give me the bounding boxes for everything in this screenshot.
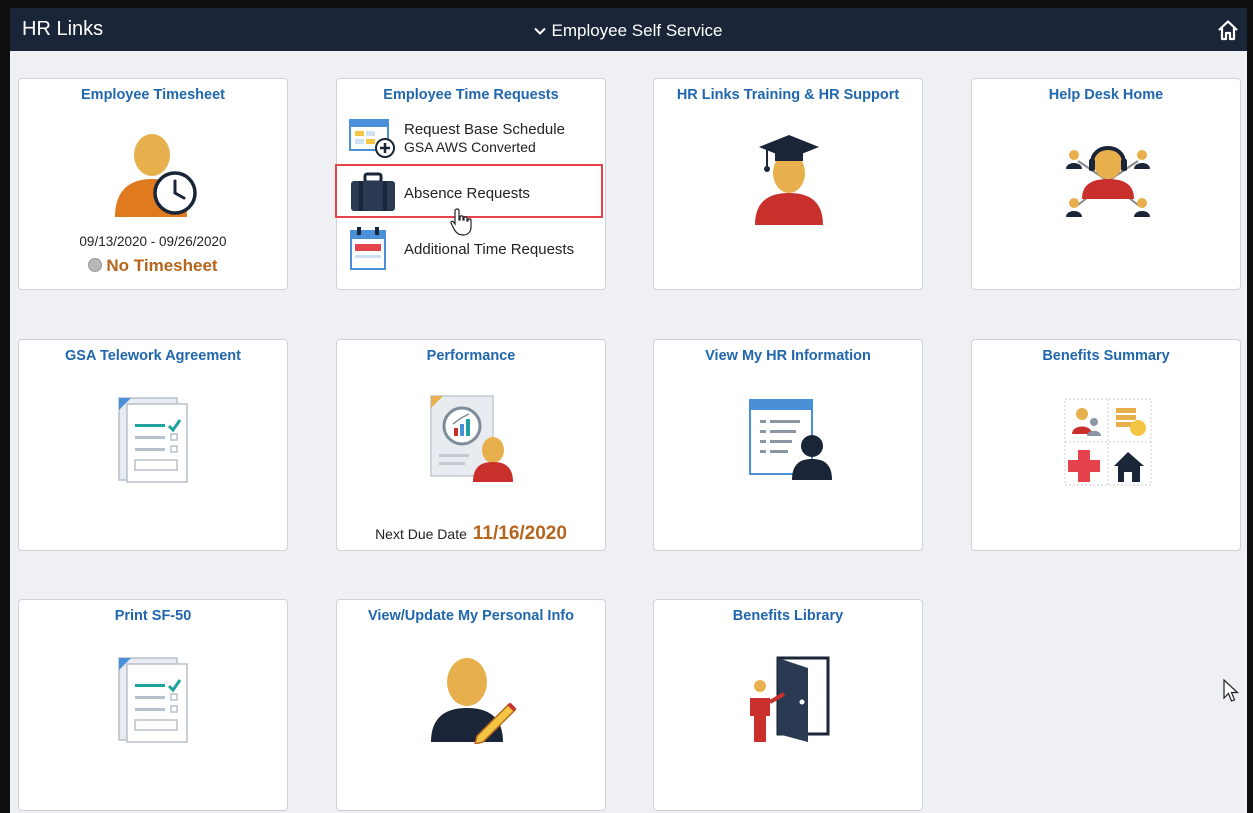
person-clock-icon (115, 134, 197, 217)
due-date-label: Next Due Date (375, 526, 467, 542)
checklist-document-icon (118, 657, 188, 743)
tile-title: Help Desk Home (1048, 87, 1164, 103)
nav-title: Employee Self Service (551, 21, 723, 40)
mouse-cursor-icon (1223, 678, 1240, 702)
tile-benefits-library[interactable]: Benefits Library (653, 599, 923, 811)
tile-personal-info[interactable]: View/Update My Personal Info (336, 599, 606, 811)
tile-employee-time-requests: Employee Time Requests Request Base Sche… (335, 78, 606, 290)
door-presenter-icon (750, 656, 830, 742)
status-dot-icon (88, 258, 103, 272)
absence-requests-label: Absence Requests (404, 185, 530, 202)
tile-hr-links-training[interactable]: HR Links Training & HR Support (653, 78, 923, 290)
checklist-document-icon (118, 397, 188, 483)
app-frame: HR Links Employee Self Service Employee … (10, 8, 1247, 813)
performance-report-icon (430, 395, 513, 482)
request-base-schedule-link[interactable]: Request Base Schedule GSA AWS Converted (349, 117, 593, 161)
tile-title: HR Links Training & HR Support (676, 87, 900, 103)
additional-time-requests-label: Additional Time Requests (404, 241, 575, 258)
top-bar: HR Links Employee Self Service (10, 8, 1247, 51)
tile-title: View My HR Information (705, 348, 871, 364)
chevron-down-icon (534, 27, 547, 35)
timesheet-status: No Timesheet (19, 256, 287, 276)
tile-gsa-telework[interactable]: GSA Telework Agreement (18, 339, 288, 551)
request-base-schedule-sublabel: GSA AWS Converted (404, 139, 536, 155)
tile-benefits-summary[interactable]: Benefits Summary (971, 339, 1241, 551)
tile-print-sf50[interactable]: Print SF-50 (18, 599, 288, 811)
timesheet-status-text: No Timesheet (106, 256, 218, 275)
hand-pointer-icon (450, 208, 472, 236)
tile-title: Employee Time Requests (383, 87, 559, 103)
timesheet-date-range: 09/13/2020 - 09/26/2020 (79, 234, 227, 249)
calendar-icon (350, 227, 386, 270)
tile-performance[interactable]: Performance Next Due Date 11/16/2020 (336, 339, 606, 551)
nav-dropdown[interactable]: Employee Self Service (10, 21, 1247, 41)
tile-title: View/Update My Personal Info (367, 608, 574, 624)
tile-title: Benefits Summary (1042, 348, 1170, 364)
next-due-date: Next Due Date 11/16/2020 (337, 523, 605, 545)
tile-help-desk[interactable]: Help Desk Home (971, 78, 1241, 290)
briefcase-icon (351, 172, 395, 211)
home-icon[interactable] (1217, 19, 1239, 41)
tile-title: Performance (426, 348, 516, 364)
tile-title: Employee Timesheet (81, 87, 225, 103)
graduate-icon (755, 135, 823, 225)
tile-employee-timesheet[interactable]: Employee Timesheet 09/13/2020 - 09/26/20… (18, 78, 288, 290)
tile-title: GSA Telework Agreement (65, 348, 241, 364)
profile-document-icon (749, 399, 832, 480)
tile-title: Print SF-50 (114, 608, 192, 624)
calendar-add-icon (349, 119, 395, 158)
request-base-schedule-label: Request Base Schedule (404, 121, 565, 138)
benefits-grid-icon (1064, 398, 1152, 486)
tile-title: Benefits Library (732, 608, 844, 624)
tile-view-hr-information[interactable]: View My HR Information (653, 339, 923, 551)
person-edit-icon (431, 658, 517, 744)
due-date-value: 11/16/2020 (472, 523, 567, 544)
headset-network-icon (1066, 146, 1150, 217)
